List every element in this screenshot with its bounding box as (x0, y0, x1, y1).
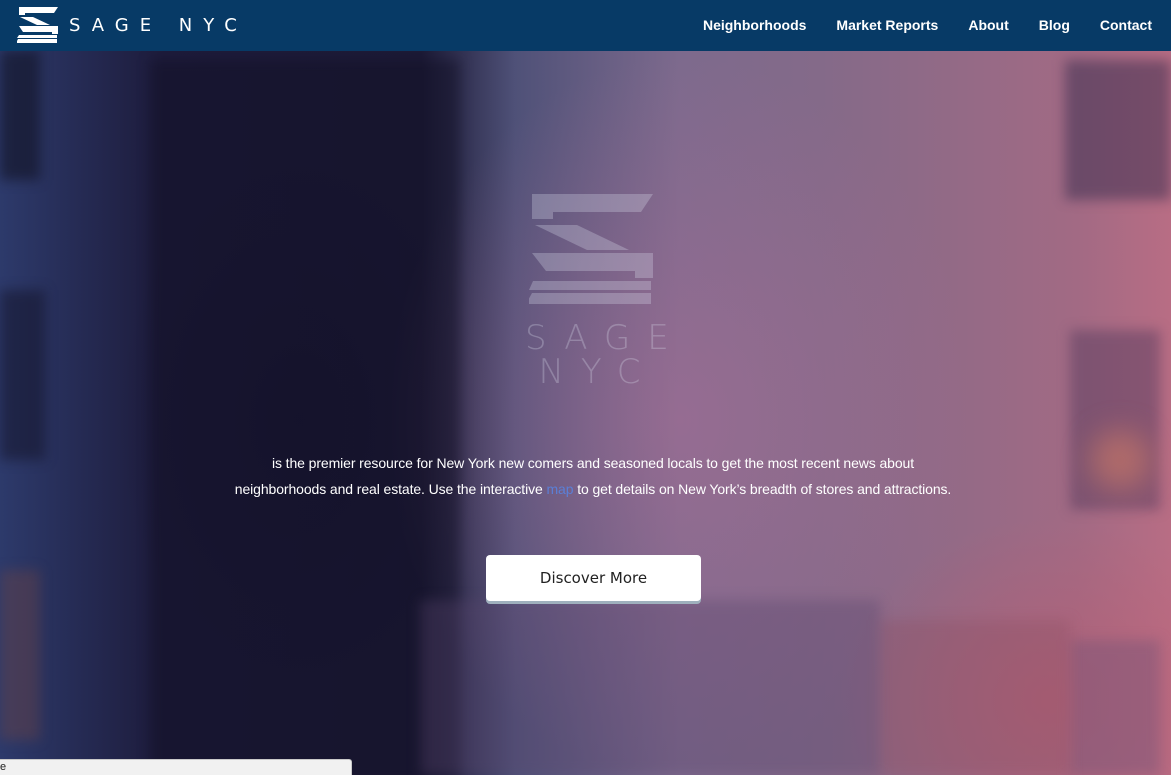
nav-contact-link[interactable]: Contact (1085, 0, 1171, 51)
hero-description-text: neighborhoods and real estate. Use the i… (234, 481, 547, 497)
hero-logo-wordmark-sage: SAGE (525, 318, 686, 358)
brand-home-link[interactable]: SAGE NYC (17, 6, 248, 44)
browser-status-bar: e (0, 759, 352, 775)
hero-description: is the premier resource for New York new… (200, 450, 986, 502)
background-building (0, 50, 40, 180)
nav-neighborhoods-link[interactable]: Neighborhoods (688, 0, 821, 51)
background-building (1070, 640, 1160, 775)
sage-nyc-logo-icon (17, 7, 58, 43)
sage-nyc-logo-icon (529, 194, 653, 304)
background-light (1090, 430, 1150, 490)
discover-more-button[interactable]: Discover More (486, 555, 701, 601)
top-navbar: SAGE NYC Neighborhoods Market Reports Ab… (0, 0, 1171, 51)
background-building (0, 290, 45, 460)
nav-market-reports-link[interactable]: Market Reports (821, 0, 953, 51)
background-building (880, 620, 1070, 775)
hero-description-line-1: is the premier resource for New York new… (271, 455, 914, 471)
hero-watermark-logo: SAGE NYC (515, 192, 673, 392)
page: SAGE NYC Neighborhoods Market Reports Ab… (0, 0, 1171, 775)
background-building (420, 600, 880, 775)
hero-logo-wordmark-nyc: NYC (538, 352, 658, 392)
brand-name: SAGE NYC (69, 14, 248, 36)
background-building (150, 60, 460, 775)
hero-description-line-2: neighborhoods and real estate. Use the i… (200, 476, 986, 502)
hero-description-text: to get details on New York’s breadth of … (573, 481, 952, 497)
background-building (0, 570, 40, 740)
nav-blog-link[interactable]: Blog (1024, 0, 1085, 51)
interactive-map-link[interactable]: map (546, 481, 573, 497)
nav-about-link[interactable]: About (953, 0, 1023, 51)
main-nav: Neighborhoods Market Reports About Blog … (688, 0, 1171, 51)
background-building (1065, 60, 1171, 200)
